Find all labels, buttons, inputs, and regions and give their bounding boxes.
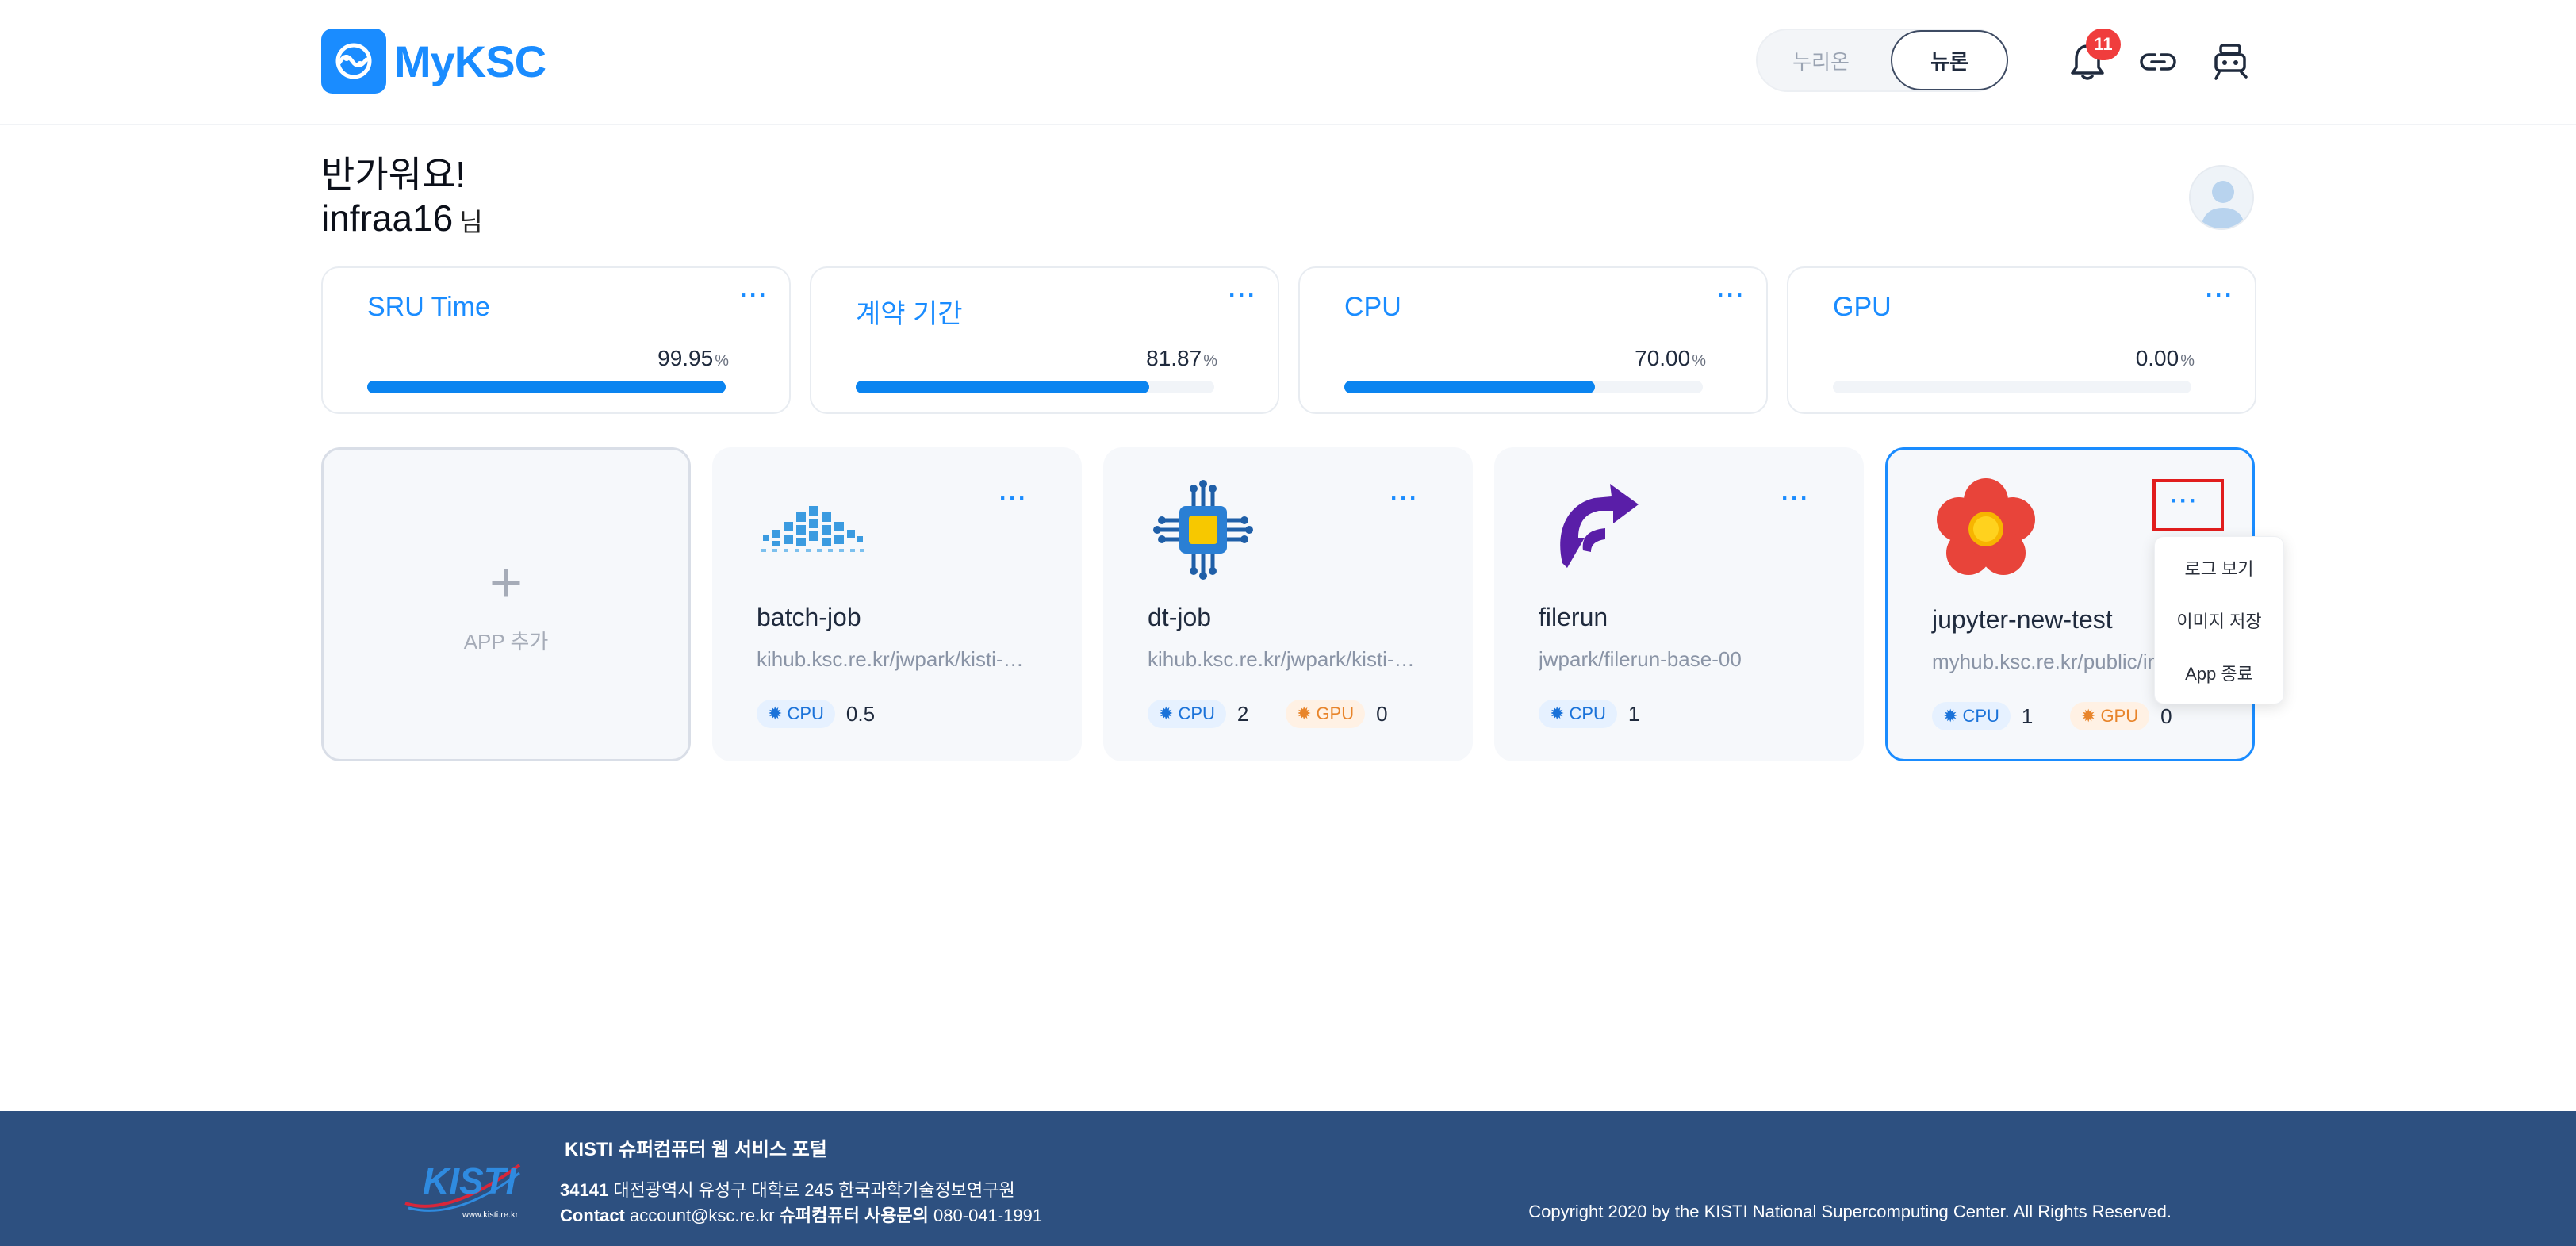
batch-wave-icon [757,474,868,585]
page: MyKSC 누리온 뉴론 11 반가워요! infraa16 님 SRU Tim… [0,0,2576,1246]
system-toggle[interactable]: 누리온 뉴론 [1756,29,2008,92]
stat-card-gpu: GPU ··· 0.00% [1787,266,2256,414]
app-context-menu: 로그 보기 이미지 저장 App 종료 [2154,536,2284,704]
app-image-path: jwpark/filerun-base-00 [1539,647,1742,671]
add-app-card[interactable]: + APP 추가 [321,447,691,761]
svg-text:KISTI: KISTI [423,1160,517,1202]
cpu-chip: ✹ CPU [757,700,835,728]
more-icon[interactable]: ··· [2206,282,2234,309]
gpu-resource: ✹ GPU 0 [2070,702,2172,730]
toggle-neuron[interactable]: 뉴론 [1891,30,2008,90]
stat-value: 0.00% [2135,346,2195,370]
username: infraa16 [321,197,454,239]
gpu-chip: ✹ GPU [1286,700,1366,728]
stat-title: 계약 기간 [856,299,963,329]
stat-title: SRU Time [367,292,490,322]
menu-item-save-image[interactable]: 이미지 저장 [2155,594,2283,646]
stat-card-contract: 계약 기간 ··· 81.87% [810,266,1279,414]
greeting-user: infraa16 님 [321,197,483,240]
app-card-filerun[interactable]: ··· filerun jwpark/filerun-base-00 ✹ CPU … [1494,447,1864,761]
footer-title: KISTI 슈퍼컴퓨터 웹 서비스 포털 [565,1139,827,1160]
highlight-box [2152,479,2224,531]
brand-logo[interactable]: MyKSC [321,29,546,94]
progress-fill [367,381,726,393]
gpu-resource: ✹ GPU 0 [1286,700,1388,728]
progress-fill [856,381,1150,393]
stat-card-cpu: CPU ··· 70.00% [1298,266,1768,414]
stat-value: 81.87% [1146,346,1217,370]
app-name: dt-job [1148,603,1212,631]
cpu-gear-icon: ✹ [1550,704,1565,723]
cpu-chip: ✹ CPU [1932,702,2011,730]
app-image-path: kihub.ksc.re.kr/jwpark/kisti-dt-job [1148,647,1417,671]
app-name: batch-job [757,603,861,631]
kisti-logo: KISTI www.kisti.re.kr [401,1141,527,1221]
filerun-arrow-icon [1539,474,1650,585]
gpu-value: 0 [1376,701,1388,726]
cpu-value: 0.5 [845,701,876,726]
more-icon[interactable]: ··· [1717,282,1746,309]
progress-track [367,381,726,393]
chip-icon [1148,474,1259,585]
stat-title: GPU [1833,292,1892,322]
app-name: jupyter-new-test [1932,605,2113,634]
footer-phone: 080-041-1991 [933,1206,1043,1225]
progress-track [856,381,1214,393]
cpu-resource: ✹ CPU 1 [1932,702,2033,730]
app-image-path: kihub.ksc.re.kr/jwpark/kisti-batch-job [757,647,1026,671]
menu-item-view-logs[interactable]: 로그 보기 [2155,542,2283,594]
cpu-gear-icon: ✹ [1943,706,1958,726]
flower-icon [1930,473,2041,585]
app-card-dt-job[interactable]: ··· dt-job kihub.ksc.re.kr/jwpark/kisti-… [1103,447,1473,761]
honorific: 님 [459,208,483,236]
progress-fill [1344,381,1596,393]
app-name: filerun [1539,603,1608,631]
top-header: MyKSC 누리온 뉴론 11 [0,0,2576,125]
add-app-content: + APP 추가 [324,450,688,759]
cpu-value: 2 [1236,701,1249,726]
add-app-label: APP 추가 [463,629,549,654]
cpu-chip: ✹ CPU [1539,700,1617,728]
stat-card-sru-time: SRU Time ··· 99.95% [321,266,791,414]
plus-icon: + [489,550,523,615]
menu-item-stop-app[interactable]: App 종료 [2155,646,2283,699]
cpu-value: 1 [2021,704,2034,728]
cpu-resource: ✹ CPU 1 [1539,700,1639,728]
cpu-resource: ✹ CPU 2 [1148,700,1248,728]
stat-value: 70.00% [1635,346,1706,370]
cpu-gear-icon: ✹ [768,704,783,723]
gpu-value: 0 [2160,704,2172,728]
stat-value: 99.95% [657,346,729,370]
app-card-batch-job[interactable]: ··· batch-job kihub.ksc.re.kr/jwpark/kis… [712,447,1082,761]
progress-track [1344,381,1703,393]
gpu-gear-icon: ✹ [1297,704,1312,723]
admin-robot-icon[interactable] [2208,40,2252,84]
cpu-resource: ✹ CPU 0.5 [757,700,875,728]
gpu-chip: ✹ GPU [2070,702,2150,730]
svg-text:www.kisti.re.kr: www.kisti.re.kr [462,1210,519,1220]
link-icon[interactable] [2136,40,2180,84]
footer-address: 34141 대전광역시 유성구 대학로 245 한국과학기술정보연구원 [560,1180,1015,1200]
more-icon[interactable]: ··· [999,485,1028,512]
cpu-value: 1 [1627,701,1640,726]
greeting-title: 반가워요! [321,154,466,195]
gpu-gear-icon: ✹ [2081,706,2096,726]
more-icon[interactable]: ··· [1390,485,1419,512]
stat-title: CPU [1344,292,1401,322]
notification-badge: 11 [2086,29,2121,60]
avatar[interactable] [2189,165,2254,230]
logo-mark-icon [321,29,386,94]
toggle-nurion[interactable]: 누리온 [1758,30,1884,90]
cpu-gear-icon: ✹ [1159,704,1174,723]
footer: KISTI www.kisti.re.kr KISTI 슈퍼컴퓨터 웹 서비스 … [0,1111,2576,1246]
footer-contact: Contact account@ksc.re.kr 슈퍼컴퓨터 사용문의 080… [560,1206,1043,1225]
more-icon[interactable]: ··· [740,282,769,309]
cpu-chip: ✹ CPU [1148,700,1226,728]
footer-copyright: Copyright 2020 by the KISTI National Sup… [1528,1202,2172,1221]
progress-track [1833,381,2191,393]
brand-name: MyKSC [394,36,546,86]
more-icon[interactable]: ··· [1229,282,1257,309]
footer-email[interactable]: account@ksc.re.kr [630,1206,775,1225]
more-icon[interactable]: ··· [1781,485,1810,512]
